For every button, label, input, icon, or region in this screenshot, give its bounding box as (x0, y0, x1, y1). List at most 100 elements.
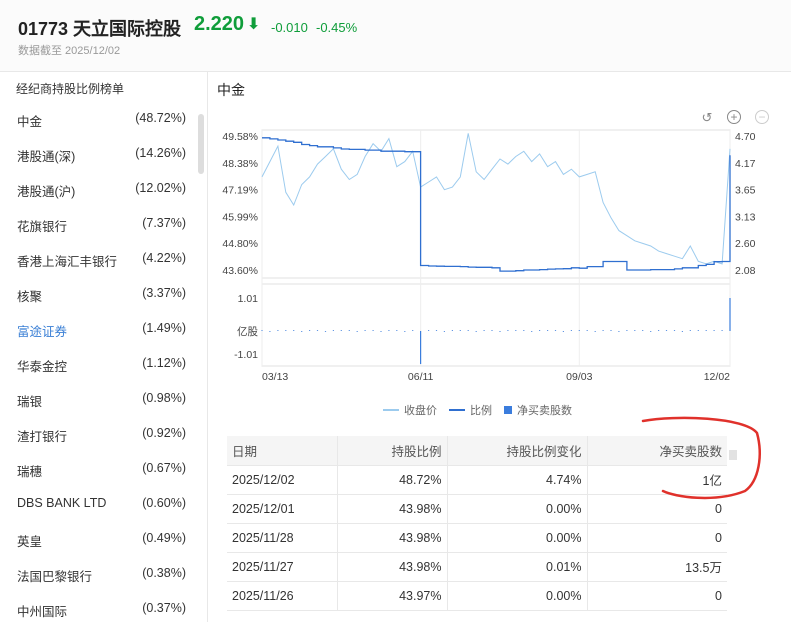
net-trade-bar (650, 331, 652, 332)
net-trade-bar (729, 298, 731, 331)
sidebar-item-broker[interactable]: 富途证券 (1.49%) (0, 312, 196, 347)
broker-pct: (0.92%) (142, 426, 186, 440)
net-trade-bar (507, 330, 509, 331)
sidebar-scrollbar[interactable] (198, 114, 204, 174)
broker-pct: (0.98%) (142, 391, 186, 405)
y-left-tick-label: 45.99% (222, 211, 258, 223)
cell-date: 2025/11/28 (227, 523, 337, 553)
y-left-tick-label: 47.19% (222, 185, 258, 197)
sidebar-item-broker[interactable]: 核聚 (3.37%) (0, 277, 196, 312)
price-change-pct: -0.45% (316, 20, 358, 35)
sub-plot-frame (261, 283, 731, 367)
table-row: 2025/11/26 43.97% 0.00% 0 (227, 581, 727, 611)
sidebar-item-broker[interactable]: 花旗银行 (7.37%) (0, 207, 196, 242)
broker-name: 渣打银行 (17, 430, 68, 444)
net-trade-bar (634, 330, 636, 331)
table-header-date[interactable]: 日期 (227, 436, 337, 466)
table-header-net-trade[interactable]: 净买卖股数 (586, 436, 727, 466)
broker-pct: (3.37%) (142, 286, 186, 300)
close-price-line (261, 133, 731, 265)
sidebar-item-broker[interactable]: 渣打银行 (0.92%) (0, 417, 196, 452)
table-header-ratio[interactable]: 持股比例 (336, 436, 447, 466)
legend-line-icon (449, 409, 465, 411)
main-plot-frame (261, 129, 731, 279)
net-trade-bar (396, 330, 398, 331)
sidebar-item-broker[interactable]: 中金 (48.72%) (0, 102, 196, 137)
net-trade-bar (594, 331, 596, 332)
x-tick-label: 12/02 (704, 371, 730, 383)
sidebar-item-broker[interactable]: 瑞银 (0.98%) (0, 382, 196, 417)
sidebar-item-broker[interactable]: 港股通(深) (14.26%) (0, 137, 196, 172)
net-trade-bar (380, 331, 382, 332)
y-sub-tick-label: -1.01 (234, 349, 258, 361)
net-trade-bar (277, 330, 279, 331)
net-trade-bar (412, 330, 414, 331)
y-right-tick-label: 3.13 (735, 211, 756, 223)
legend-net-trade[interactable]: 净买卖股数 (504, 402, 572, 418)
sidebar-item-broker[interactable]: 瑞穗 (0.67%) (0, 452, 196, 487)
cell-ratio: 43.98% (336, 494, 447, 524)
net-trade-bar (269, 331, 271, 332)
table-scrollbar[interactable] (729, 450, 737, 460)
net-trade-bar (293, 330, 295, 331)
sidebar-item-broker[interactable]: 港股通(沪) (12.02%) (0, 172, 196, 207)
y-right-tick-label: 3.65 (735, 185, 756, 197)
net-trade-bar (523, 330, 525, 331)
net-trade-bar (475, 331, 477, 332)
table-header-ratio-change[interactable]: 持股比例变化 (446, 436, 587, 466)
price-change: -0.010 (271, 20, 308, 35)
net-trade-bar (531, 331, 533, 332)
net-trade-bar (467, 330, 469, 331)
net-trade-bar (673, 330, 676, 331)
sidebar-item-broker[interactable]: 法国巴黎银行 (0.38%) (0, 557, 196, 592)
holding-chart[interactable]: 03/13 06/11 09/03 12/02 49.58% 48.38% 47.19% 45… (208, 120, 791, 390)
cell-net-trade: 1亿 (586, 465, 727, 495)
sidebar-item-broker[interactable]: 华泰金控 (1.12%) (0, 347, 196, 382)
data-date: 数据截至 2025/12/02 (18, 45, 121, 57)
cell-date: 2025/12/02 (227, 465, 337, 495)
net-trade-bar (642, 330, 644, 331)
sidebar-item-broker[interactable]: DBS BANK LTD (0.60%) (0, 487, 196, 522)
net-trade-bar (459, 330, 461, 331)
cell-ratio-change: 0.00% (446, 581, 587, 611)
net-trade-bar (697, 330, 699, 331)
net-trade-bar (610, 330, 612, 331)
legend-close-price[interactable]: 收盘价 (383, 402, 437, 418)
x-tick-label: 09/03 (566, 371, 592, 383)
cell-net-trade: 0 (586, 494, 727, 524)
broker-name: 香港上海汇丰银行 (17, 255, 118, 269)
cell-ratio-change: 0.00% (446, 523, 587, 553)
y-sub-tick-label: 亿股 (237, 325, 258, 338)
broker-name: 核聚 (17, 290, 43, 304)
broker-name: 花旗银行 (17, 220, 68, 234)
sidebar-item-broker[interactable]: 英皇 (0.49%) (0, 522, 196, 557)
table-row: 2025/11/28 43.98% 0.00% 0 (227, 523, 727, 553)
net-trade-bar (443, 331, 445, 332)
y-left-tick-label: 43.60% (222, 265, 258, 277)
net-trade-bar (499, 331, 501, 332)
broker-name: 港股通(深) (17, 150, 76, 164)
net-trade-bar (316, 330, 319, 331)
broker-pct: (0.60%) (142, 496, 186, 510)
stock-header: 01773 天立国际控股 2.220 ⬇ -0.010 -0.45% 数据截至 … (0, 0, 791, 72)
y-left-tick-label: 49.58% (222, 131, 258, 143)
broker-name: 港股通(沪) (17, 185, 76, 199)
sidebar-item-broker[interactable]: 中州国际 (0.37%) (0, 592, 196, 622)
chart-title: 中金 (217, 82, 245, 98)
net-trade-bar (451, 330, 453, 331)
net-trade-bar (420, 331, 422, 364)
legend-label: 净买卖股数 (517, 405, 572, 417)
net-trade-bar (340, 330, 342, 331)
broker-name: 华泰金控 (17, 360, 68, 374)
cell-net-trade: 0 (586, 581, 727, 611)
net-trade-bar (285, 330, 287, 331)
y-right-tick-label: 4.70 (735, 131, 756, 143)
holding-table: 日期 持股比例 持股比例变化 净买卖股数 2025/12/02 48.72% 4.7… (227, 436, 727, 611)
legend-ratio[interactable]: 比例 (449, 402, 492, 418)
y-sub-tick-label: 1.01 (238, 293, 259, 305)
broker-pct: (1.49%) (142, 321, 186, 335)
net-trade-bar (483, 330, 485, 331)
cell-ratio: 43.98% (336, 523, 447, 553)
sidebar-title: 经纪商持股比例榜单 (16, 82, 125, 96)
sidebar-item-broker[interactable]: 香港上海汇丰银行 (4.22%) (0, 242, 196, 277)
